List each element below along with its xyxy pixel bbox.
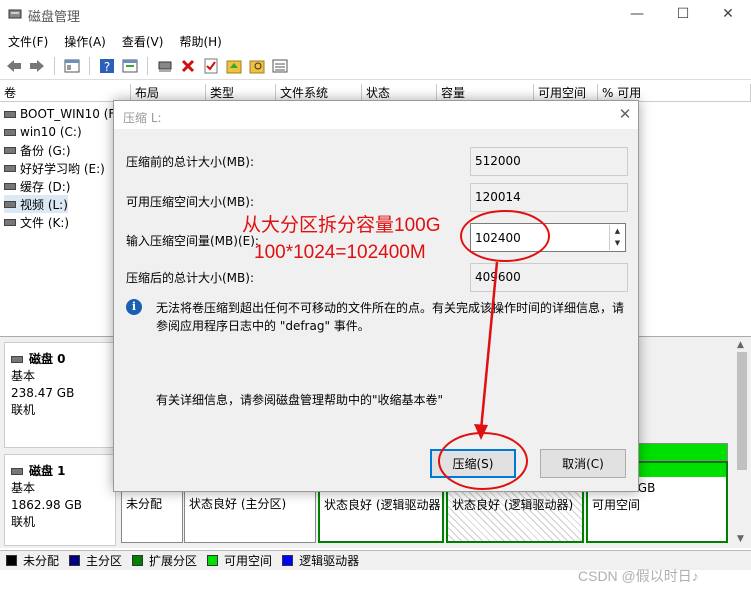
annotation-arrow [479,261,499,431]
annotation-line-1: 从大分区拆分容量100G [242,215,441,236]
annotation-arrow-head [474,424,488,440]
annotation-circle-input [460,210,550,262]
watermark: CSDN @假以时日♪ [578,568,699,584]
annotation-line-2: 100*1024=102400M [254,242,426,263]
annotation-overlay [438,210,550,490]
annotation-circle-button [438,432,528,490]
